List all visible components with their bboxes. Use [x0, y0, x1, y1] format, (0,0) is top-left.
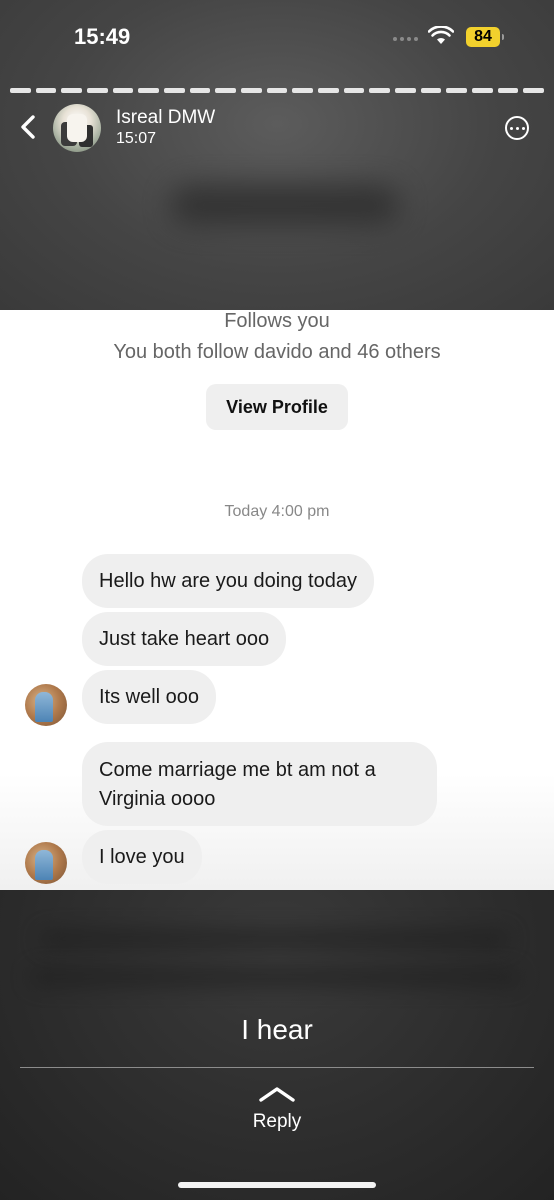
battery-indicator: 84: [466, 27, 504, 47]
message-bubble: I love you: [82, 830, 202, 884]
story-timestamp: 15:07: [116, 130, 157, 147]
blurred-region: [30, 968, 520, 986]
view-profile-button[interactable]: View Profile: [206, 384, 348, 430]
home-indicator[interactable]: [178, 1182, 376, 1188]
follows-you-text: Follows you: [224, 310, 330, 332]
divider: [20, 1067, 534, 1068]
sender-avatar: [25, 684, 67, 726]
back-icon[interactable]: [14, 112, 44, 142]
blurred-region: [170, 185, 400, 225]
sender-avatar: [25, 842, 67, 884]
blurred-region: [40, 930, 510, 948]
cellular-signal-icon: [393, 37, 418, 41]
story-progress-bar: [10, 88, 545, 93]
more-options-icon[interactable]: [505, 116, 529, 140]
story-caption: I hear: [241, 1014, 313, 1045]
status-time: 15:49: [74, 24, 131, 49]
avatar[interactable]: [53, 104, 101, 152]
reply-button[interactable]: Reply: [0, 1111, 554, 1133]
message-bubble: Just take heart ooo: [82, 612, 287, 666]
message-bubble: Come marriage me bt am not a Virginia oo…: [82, 742, 437, 826]
date-separator: Today 4:00 pm: [224, 503, 330, 520]
wifi-icon: [428, 26, 454, 44]
message-bubble: Its well ooo: [82, 670, 217, 724]
mutual-followers-text: You both follow davido and 46 others: [113, 341, 441, 363]
message-bubble: Hello hw are you doing today: [82, 554, 374, 608]
chevron-up-icon[interactable]: [258, 1085, 296, 1103]
chat-screenshot: Follows you You both follow davido and 4…: [0, 310, 554, 890]
story-user-name[interactable]: Isreal DMW: [116, 107, 215, 129]
